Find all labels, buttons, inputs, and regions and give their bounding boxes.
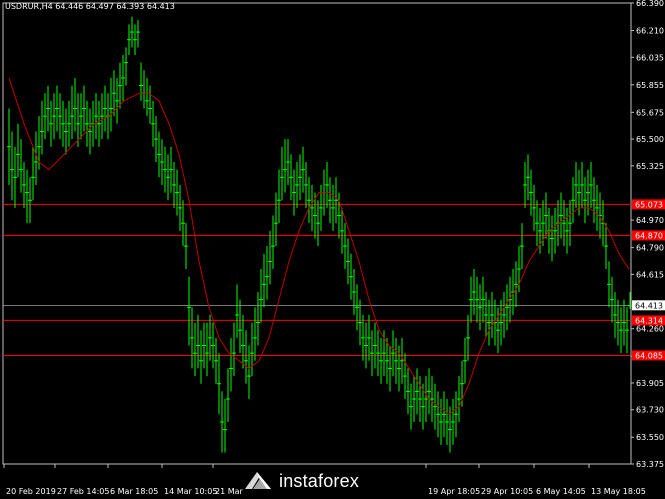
price-axis-label: 65.855 (636, 81, 664, 90)
price-chart[interactable]: 66.390 66.210 66.035 65.855 65.675 65.500 65.3… (0, 0, 665, 499)
price-axis-label: 64.790 (636, 244, 664, 253)
level-price-label: 64.870 (635, 231, 663, 240)
instaforex-watermark: instaforex (243, 468, 379, 494)
instaforex-logo-icon (245, 472, 271, 489)
price-axis-label: 64.260 (636, 325, 664, 334)
time-axis-label: 13 May 18:05 (591, 487, 646, 496)
price-axis-label: 64.970 (636, 216, 664, 225)
price-axis-label: 64.615 (636, 270, 664, 279)
price-axis-label: 63.550 (636, 433, 664, 442)
time-axis-label: 6 May 14:05 (536, 487, 586, 496)
time-axis-label: 19 Apr 18:05 (428, 487, 480, 496)
price-axis-label: 65.675 (636, 108, 664, 117)
price-axis-label: 63.905 (636, 379, 664, 388)
level-price-label: 65.073 (635, 200, 663, 209)
time-axis-label: 29 Apr 10:05 (481, 487, 533, 496)
price-axis-label: 66.390 (636, 0, 664, 8)
level-price-label: 64.314 (635, 316, 663, 325)
current-price-label: 64.413 (635, 301, 663, 310)
time-axis-label: 14 Mar 10:05 (164, 487, 217, 496)
ohlc-values: 64.446 64.497 64.393 64.413 (55, 2, 175, 11)
level-price-label: 64.085 (635, 351, 663, 360)
price-axis-label: 66.210 (636, 27, 664, 36)
watermark-text: instaforex (279, 470, 360, 491)
symbol-name: USDRUR,H4 (5, 2, 53, 11)
price-axis-label: 65.325 (636, 162, 664, 171)
chart-window[interactable]: 66.390 66.210 66.035 65.855 65.675 65.500 65.3… (0, 0, 665, 499)
price-axis-label: 63.730 (636, 406, 664, 415)
time-axis-label: 21 Mar (215, 487, 244, 496)
symbol-title: USDRUR,H4 64.446 64.497 64.393 64.413 (5, 2, 175, 11)
price-axis-label: 65.500 (636, 135, 664, 144)
price-axis-label: 66.035 (636, 53, 664, 62)
price-axis-label: 63.375 (636, 460, 664, 469)
time-axis-label: 20 Feb 2019 (6, 487, 56, 496)
time-axis-label: 27 Feb 14:05 (57, 487, 109, 496)
time-axis-label: 6 Mar 18:05 (110, 487, 158, 496)
